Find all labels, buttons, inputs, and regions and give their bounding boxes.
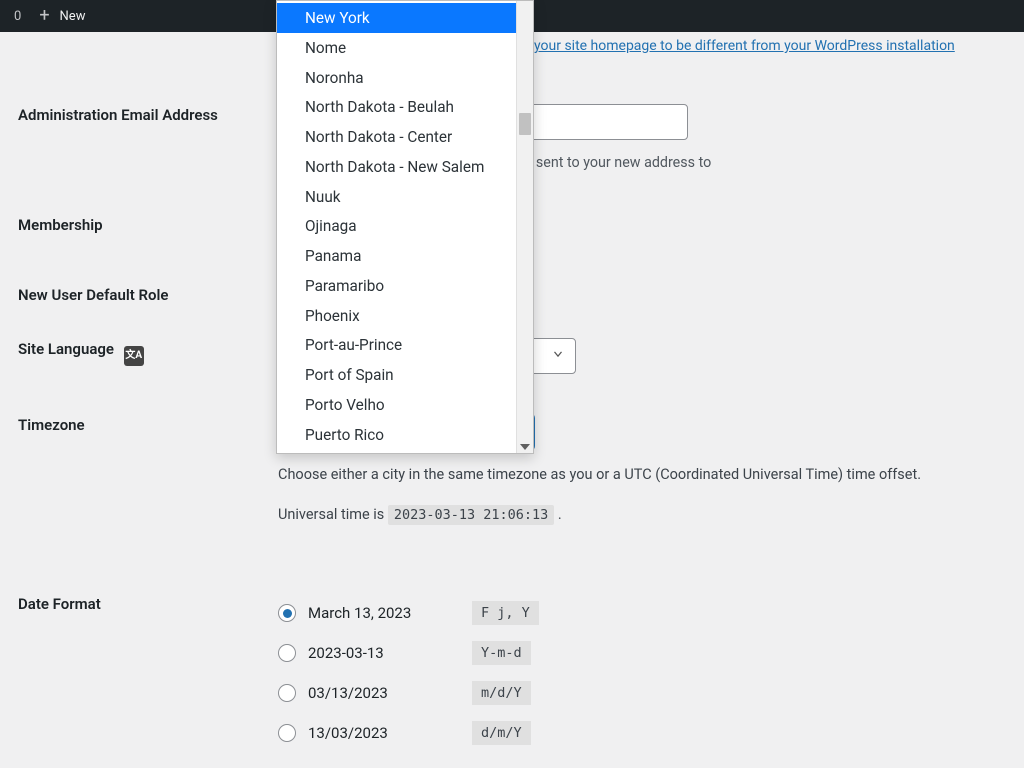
date-format-option[interactable]: 13/03/2023 d/m/Y xyxy=(278,713,1024,753)
date-format-code: F j, Y xyxy=(472,601,539,625)
universal-time-line: Universal time is 2023-03-13 21:06:13 . xyxy=(278,483,1024,525)
plus-icon[interactable]: + xyxy=(39,7,49,25)
timezone-option[interactable]: North Dakota - New Salem xyxy=(277,152,516,182)
scrollbar-down-arrow-icon[interactable] xyxy=(520,444,530,450)
date-format-option[interactable]: 03/13/2023 m/d/Y xyxy=(278,673,1024,713)
admin-bar-count[interactable]: 0 xyxy=(6,9,29,24)
translate-icon: 文A xyxy=(124,346,144,366)
date-format-display: 13/03/2023 xyxy=(308,724,460,742)
scrollbar-thumb[interactable] xyxy=(519,113,531,135)
universal-time-value: 2023-03-13 21:06:13 xyxy=(388,505,554,525)
site-language-label: Site Language 文A xyxy=(18,334,278,366)
date-format-display: 2023-03-13 xyxy=(308,644,460,662)
timezone-option[interactable]: New York xyxy=(277,3,516,33)
timezone-option[interactable]: North Dakota - Center xyxy=(277,122,516,152)
date-format-option[interactable]: March 13, 2023 F j, Y xyxy=(278,593,1024,633)
new-link[interactable]: New xyxy=(60,9,86,24)
date-format-option[interactable]: 2023-03-13 Y-m-d xyxy=(278,633,1024,673)
date-format-code: Y-m-d xyxy=(472,641,531,665)
date-format-code: m/d/Y xyxy=(472,681,531,705)
timezone-option[interactable]: North Dakota - Beulah xyxy=(277,92,516,122)
admin-email-label: Administration Email Address xyxy=(18,100,278,124)
timezone-option[interactable]: Port-au-Prince xyxy=(277,330,516,360)
radio-button[interactable] xyxy=(278,724,296,742)
new-user-role-label: New User Default Role xyxy=(18,280,278,304)
dropdown-scrollbar[interactable] xyxy=(516,1,533,453)
timezone-option[interactable]: Ojinaga xyxy=(277,211,516,241)
homepage-settings-link[interactable]: your site homepage to be different from … xyxy=(534,38,955,54)
chevron-down-icon xyxy=(551,347,565,361)
timezone-option[interactable]: Port of Spain xyxy=(277,360,516,390)
radio-button[interactable] xyxy=(278,604,296,622)
timezone-option[interactable]: Puerto Rico xyxy=(277,420,516,450)
date-format-display: 03/13/2023 xyxy=(308,684,460,702)
timezone-option[interactable]: Panama xyxy=(277,241,516,271)
radio-button[interactable] xyxy=(278,684,296,702)
date-format-label: Date Format xyxy=(18,589,278,613)
date-format-display: March 13, 2023 xyxy=(308,604,460,622)
timezone-description: Choose either a city in the same timezon… xyxy=(278,450,1024,483)
date-format-code: d/m/Y xyxy=(472,721,531,745)
timezone-option[interactable]: Nome xyxy=(277,33,516,63)
timezone-option[interactable]: Porto Velho xyxy=(277,390,516,420)
timezone-option[interactable]: Punta Arenas xyxy=(277,449,516,453)
timezone-label: Timezone xyxy=(18,410,278,434)
timezone-option[interactable]: Phoenix xyxy=(277,301,516,331)
radio-button[interactable] xyxy=(278,644,296,662)
timezone-option[interactable]: Nuuk xyxy=(277,182,516,212)
membership-label: Membership xyxy=(18,210,278,234)
timezone-option[interactable]: Paramaribo xyxy=(277,271,516,301)
timezone-option[interactable]: Noronha xyxy=(277,63,516,93)
timezone-dropdown-listbox[interactable]: New YorkNomeNoronhaNorth Dakota - Beulah… xyxy=(276,0,534,454)
